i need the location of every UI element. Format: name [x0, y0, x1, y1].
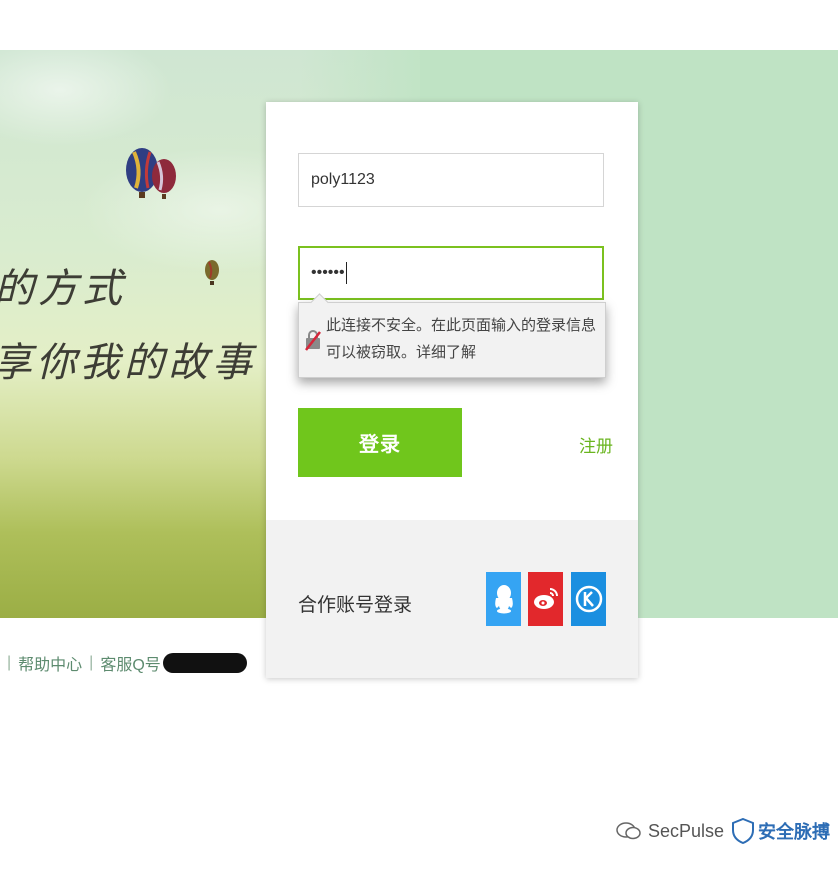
insecure-connection-warning: 此连接不安全。在此页面输入的登录信息可以被窃取。详细了解 [298, 293, 606, 378]
register-link[interactable]: 注册 [579, 432, 613, 457]
login-card: poly1123 •••••• 此连接不安全。在此页面输入的登录信息可以被窃取。… [266, 102, 638, 678]
watermark-text: SecPulse [648, 820, 725, 841]
password-value: •••••• [311, 264, 345, 281]
partner-login-label: 合作账号登录 [298, 595, 413, 616]
hot-air-balloon-icon [126, 148, 176, 199]
username-value: poly1123 [311, 171, 375, 188]
watermark: SecPulse 安全脉搏 [616, 818, 830, 844]
redacted-qq-number [162, 653, 247, 673]
weibo-login-button[interactable] [528, 572, 563, 626]
qq-login-button[interactable] [486, 572, 521, 626]
banner-slogan-line2: 享你我的故事 [0, 340, 256, 386]
kaixin-icon [575, 585, 602, 613]
username-input[interactable]: poly1123 [298, 153, 604, 207]
insecure-lock-icon [305, 330, 321, 351]
text-caret [345, 262, 347, 284]
footer-links: | 帮助中心 | 客服Q号 [0, 650, 247, 676]
password-input[interactable]: •••••• [298, 246, 604, 300]
kaixin-login-button[interactable] [571, 572, 606, 626]
qq-icon [494, 585, 513, 614]
watermark-brand: 安全脉搏 [758, 822, 831, 842]
insecure-warning-text[interactable]: 此连接不安全。在此页面输入的登录信息可以被窃取。详细了解 [326, 312, 604, 366]
help-center-link[interactable]: 帮助中心 [18, 651, 82, 675]
hot-air-balloon-icon [205, 260, 219, 285]
customer-service-qq-label: 客服Q号 [100, 657, 161, 674]
banner-slogan-line1: 的方式 [0, 266, 126, 312]
weibo-icon [533, 588, 558, 609]
wechat-icon [616, 822, 641, 840]
login-button[interactable]: 登录 [298, 408, 462, 477]
partner-login-section: 合作账号登录 [266, 520, 638, 678]
shield-icon [732, 818, 755, 844]
